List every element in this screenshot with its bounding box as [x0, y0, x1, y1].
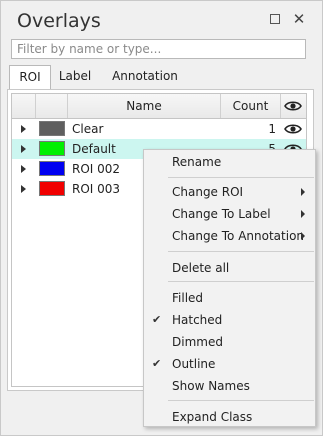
menu-separator — [168, 251, 314, 252]
row-name: Default — [72, 142, 116, 156]
menu-item-dimmed[interactable]: Dimmed — [144, 331, 315, 353]
restore-icon[interactable] — [267, 11, 283, 27]
row-name: Clear — [72, 122, 104, 136]
expand-arrow-icon[interactable] — [21, 165, 26, 173]
header-color-column[interactable] — [36, 94, 68, 118]
row-name: ROI 002 — [72, 162, 121, 176]
menu-separator — [168, 177, 314, 178]
menu-item-change-to-label[interactable]: Change To Label — [144, 203, 315, 225]
submenu-arrow-icon — [301, 210, 305, 218]
menu-item-label: Show Names — [172, 379, 250, 393]
color-swatch[interactable] — [39, 181, 65, 196]
color-swatch[interactable] — [39, 141, 65, 156]
table-row[interactable]: Clear 1 — [12, 119, 306, 139]
menu-item-expand-class[interactable]: Expand Class — [144, 406, 315, 428]
eye-icon[interactable] — [284, 123, 302, 135]
tab-annotation[interactable]: Annotation — [105, 65, 185, 88]
header-count[interactable]: Count — [221, 94, 281, 118]
close-icon[interactable]: ✕ — [291, 11, 307, 27]
restore-box — [270, 14, 280, 24]
header-expand-column[interactable] — [12, 94, 36, 118]
menu-item-rename[interactable]: Rename — [144, 151, 315, 173]
menu-item-delete-all[interactable]: Delete all — [144, 257, 315, 279]
menu-item-label: Dimmed — [172, 335, 223, 349]
filter-input[interactable] — [11, 39, 306, 59]
menu-item-hatched[interactable]: ✔ Hatched — [144, 309, 315, 331]
header-name[interactable]: Name — [68, 94, 221, 118]
menu-item-outline[interactable]: ✔ Outline — [144, 353, 315, 375]
eye-icon — [284, 101, 302, 111]
row-count: 1 — [268, 122, 276, 136]
tab-bar: ROI Label Annotation — [9, 65, 314, 90]
menu-item-label: Hatched — [172, 313, 223, 327]
menu-separator — [168, 281, 314, 282]
expand-arrow-icon[interactable] — [21, 125, 26, 133]
menu-item-label: Delete all — [172, 261, 230, 275]
menu-item-label: Outline — [172, 357, 216, 371]
menu-separator — [168, 400, 314, 401]
menu-item-label: Rename — [172, 155, 222, 169]
table-header: Name Count — [12, 94, 306, 119]
color-swatch[interactable] — [39, 121, 65, 136]
menu-item-change-to-annotation[interactable]: Change To Annotation — [144, 225, 315, 247]
tab-label[interactable]: Label — [54, 65, 96, 88]
panel-title: Overlays — [17, 10, 101, 32]
submenu-arrow-icon — [301, 188, 305, 196]
menu-item-label: Change To Label — [172, 207, 271, 221]
checkmark-icon: ✔ — [152, 357, 162, 370]
header-visibility[interactable] — [281, 94, 306, 118]
menu-item-label: Expand Class — [172, 410, 253, 424]
menu-item-label: Filled — [172, 291, 204, 305]
context-menu: Rename Change ROI Change To Label Change To… — [143, 149, 316, 427]
menu-item-show-names[interactable]: Show Names — [144, 375, 315, 397]
menu-item-change-roi[interactable]: Change ROI — [144, 181, 315, 203]
expand-arrow-icon[interactable] — [21, 185, 26, 193]
menu-item-label: Change ROI — [172, 185, 244, 199]
menu-item-label: Change To Annotation — [172, 229, 305, 243]
tab-roi[interactable]: ROI — [9, 65, 51, 90]
checkmark-icon: ✔ — [152, 313, 162, 326]
menu-item-filled[interactable]: Filled — [144, 287, 315, 309]
expand-arrow-icon[interactable] — [21, 145, 26, 153]
submenu-arrow-icon — [301, 232, 305, 240]
color-swatch[interactable] — [39, 161, 65, 176]
row-name: ROI 003 — [72, 182, 121, 196]
